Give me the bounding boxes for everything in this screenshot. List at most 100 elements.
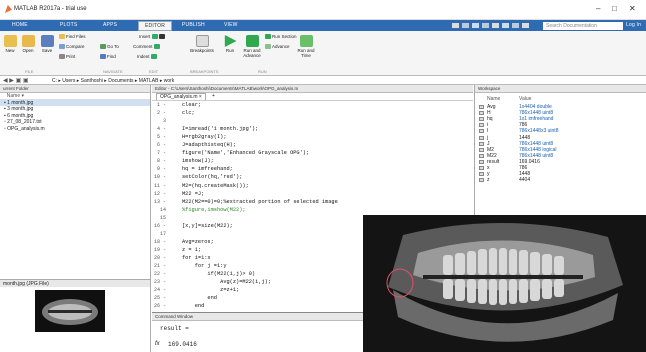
print-button[interactable]: Print bbox=[59, 54, 75, 60]
indent-icon bbox=[150, 54, 157, 60]
minimize-icon[interactable]: – bbox=[596, 4, 600, 13]
workspace-variable-row[interactable]: M22 786x1448 uint8 bbox=[475, 153, 646, 159]
line-number: 17 bbox=[159, 230, 166, 237]
group-label-breakpoints: BREAKPOINTS bbox=[190, 69, 219, 74]
code-line: J=adapthisteq(H); bbox=[182, 142, 237, 149]
code-line: figure('Name','Enhanced Grayscale OPG'); bbox=[182, 150, 310, 157]
variable-value: 786x1448 uint8 bbox=[519, 110, 554, 117]
code-line: M22(M2==0)=0;%extracted portion of selec… bbox=[182, 198, 338, 205]
workspace-variable-row[interactable]: z 4404 bbox=[475, 177, 646, 183]
code-line: end bbox=[182, 295, 217, 302]
workspace-variable-row[interactable]: i 786 bbox=[475, 122, 646, 128]
new-button[interactable]: New bbox=[3, 35, 17, 53]
variable-value: 786x1448 logical bbox=[519, 146, 557, 153]
tab-editor[interactable]: EDITOR bbox=[138, 21, 172, 31]
variable-name: result bbox=[487, 158, 500, 165]
workspace-variable-row[interactable]: J 786x1448 uint8 bbox=[475, 141, 646, 147]
advance-button[interactable]: Advance bbox=[265, 44, 290, 50]
line-number: 19 - bbox=[153, 246, 166, 253]
insert-button[interactable]: Insert bbox=[139, 34, 166, 40]
search-documentation-input[interactable]: Search Documentation bbox=[543, 22, 623, 30]
run-icon bbox=[224, 35, 237, 47]
breakpoints-button[interactable]: Breakpoints bbox=[187, 35, 217, 53]
variable-name: j bbox=[487, 134, 489, 141]
quick-access-toolbar[interactable] bbox=[452, 22, 538, 29]
code-line: M22 =J; bbox=[182, 190, 205, 197]
variable-grid-icon bbox=[479, 129, 484, 134]
enhanced-grayscale-opg-image bbox=[363, 215, 646, 352]
login-link[interactable]: Log In bbox=[626, 22, 641, 28]
variable-name: M22 bbox=[487, 152, 497, 159]
save-button[interactable]: Save bbox=[39, 35, 55, 53]
new-tab-button[interactable]: + bbox=[212, 93, 215, 99]
variable-name: M2 bbox=[487, 146, 494, 153]
find-files-button[interactable]: Find Files bbox=[59, 34, 86, 40]
folder-open-icon bbox=[21, 35, 35, 47]
variable-grid-icon bbox=[479, 166, 484, 170]
variable-value: 4404 bbox=[519, 177, 531, 184]
line-number: 15 bbox=[159, 214, 166, 221]
group-label-file: FILE bbox=[25, 69, 34, 74]
run-and-time-button[interactable]: Run and Time bbox=[296, 35, 316, 58]
line-number: 5 - bbox=[156, 134, 166, 141]
variable-name: hq bbox=[487, 116, 493, 123]
go-to-button[interactable]: Go To bbox=[100, 44, 119, 50]
line-number: 18 - bbox=[153, 238, 166, 245]
compare-button[interactable]: Compare bbox=[59, 44, 85, 50]
workspace-variable-row[interactable]: H 786x1448 uint8 bbox=[475, 110, 646, 116]
variable-grid-icon bbox=[479, 178, 484, 183]
printer-icon bbox=[59, 54, 65, 60]
address-bar[interactable]: ◀ ▶ ▣ ▣ C: ▸ Users ▸ Santhoshi ▸ Documen… bbox=[0, 76, 646, 85]
window-title: MATLAB R2017a - trial use bbox=[14, 6, 87, 12]
workspace-variable-row[interactable]: j 1448 bbox=[475, 135, 646, 141]
variable-name: I bbox=[487, 128, 489, 135]
maximize-icon[interactable]: □ bbox=[612, 4, 617, 13]
workspace-variable-row[interactable]: hq 1x1 imfreehand bbox=[475, 116, 646, 122]
tab-plots[interactable]: PLOTS bbox=[60, 22, 77, 28]
advance-icon bbox=[265, 44, 271, 50]
comment-button[interactable]: Comment bbox=[133, 44, 161, 50]
line-number: 20 - bbox=[153, 254, 166, 261]
variable-grid-icon bbox=[479, 153, 484, 158]
editor-title: Editor - C:\Users\Santhoshi\Documents\MA… bbox=[152, 85, 473, 93]
tab-view[interactable]: VIEW bbox=[224, 22, 238, 28]
code-line: if(M22(i,j)> 0) bbox=[182, 271, 256, 278]
line-number: 12 - bbox=[153, 190, 166, 197]
variable-grid-icon bbox=[479, 123, 484, 128]
variable-name: Avg bbox=[487, 104, 496, 110]
file-item[interactable]: ▫ OPG_analysis.m bbox=[0, 126, 150, 133]
workspace-variable-row[interactable]: y 1448 bbox=[475, 171, 646, 177]
variable-value: 1x4404 double bbox=[519, 104, 552, 110]
tab-apps[interactable]: APPS bbox=[103, 22, 117, 28]
run-button[interactable]: Run bbox=[222, 35, 238, 53]
code-line: z = 1; bbox=[182, 246, 202, 253]
close-icon[interactable]: ✕ bbox=[629, 4, 636, 13]
line-number: 1 - bbox=[156, 102, 166, 108]
breadcrumb: C: ▸ Users ▸ Santhoshi ▸ Documents ▸ MAT… bbox=[52, 77, 175, 84]
variable-value: 1448 bbox=[519, 134, 531, 141]
code-line: [x,y]=size(M22); bbox=[182, 222, 233, 229]
code-line: for i=1:x bbox=[182, 254, 211, 261]
workspace-variable-row[interactable]: M2 786x1448 logical bbox=[475, 147, 646, 153]
nav-arrows-icon[interactable]: ◀ ▶ ▣ ▣ bbox=[3, 77, 29, 84]
run-and-advance-button[interactable]: Run and Advance bbox=[240, 35, 264, 58]
line-number: 8 - bbox=[156, 158, 166, 165]
line-number: 10 - bbox=[153, 174, 166, 181]
tab-publish[interactable]: PUBLISH bbox=[182, 22, 205, 28]
tab-home[interactable]: HOME bbox=[12, 22, 28, 28]
variable-grid-icon bbox=[479, 135, 484, 140]
code-line: M2=(hq.createMask()); bbox=[182, 182, 249, 189]
run-section-button[interactable]: Run Section bbox=[265, 34, 297, 40]
workspace-variable-row[interactable]: Avg 1x4404 double bbox=[475, 104, 646, 110]
find-button[interactable]: Find bbox=[100, 54, 116, 60]
line-number: 11 - bbox=[153, 182, 166, 189]
line-number: 13 - bbox=[153, 198, 166, 205]
tab-opg-analysis[interactable]: OPG_analysis.m × bbox=[156, 93, 206, 100]
workspace-variable-row[interactable]: result 169.0416 bbox=[475, 159, 646, 165]
open-button[interactable]: Open bbox=[20, 35, 36, 53]
indent-button[interactable]: Indent bbox=[137, 54, 158, 60]
variable-name: H bbox=[487, 110, 491, 117]
workspace-variable-row[interactable]: I 786x1448x3 uint8 bbox=[475, 128, 646, 134]
go-to-icon bbox=[100, 44, 106, 50]
workspace-variable-row[interactable]: x 786 bbox=[475, 165, 646, 171]
